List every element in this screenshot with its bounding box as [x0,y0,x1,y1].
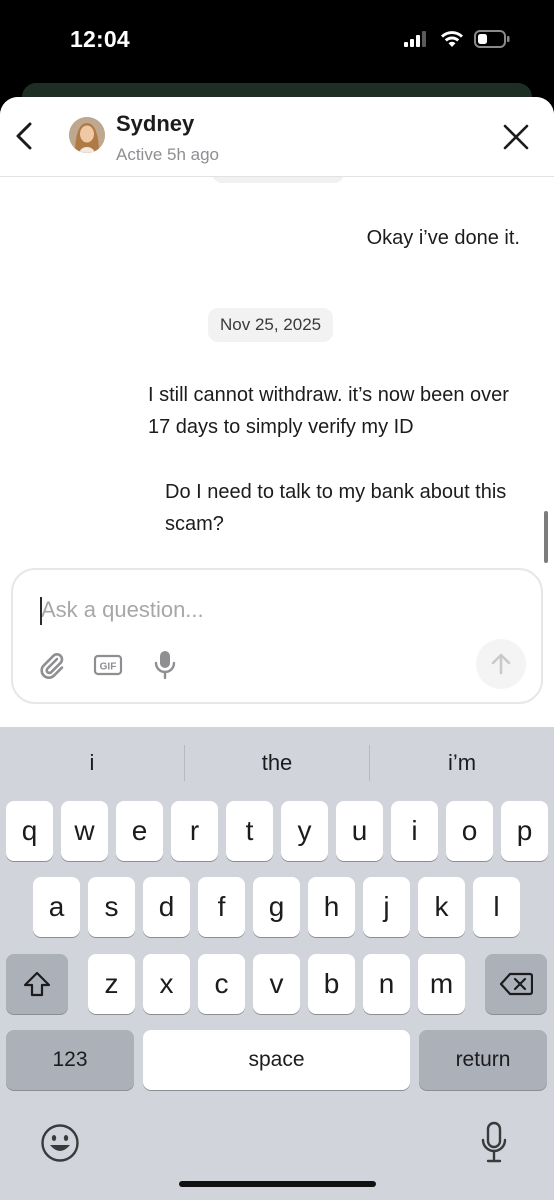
avatar[interactable] [69,117,105,153]
wifi-icon [441,31,463,47]
numbers-key[interactable]: 123 [6,1030,134,1090]
paperclip-icon [40,653,64,679]
space-key[interactable]: space [143,1030,410,1090]
return-key[interactable]: return [419,1030,547,1090]
message: Okay i’ve done it. [366,227,520,249]
key-m[interactable]: m [418,954,465,1014]
svg-text:GIF: GIF [100,662,117,673]
microphone-icon [154,651,176,680]
suggestion-item[interactable]: i [0,745,184,781]
battery-icon [474,30,510,48]
dictation-button[interactable] [480,1121,508,1165]
key-l[interactable]: l [473,877,520,937]
key-y[interactable]: y [281,801,328,861]
message: I still cannot withdraw. it’s now been o… [148,384,509,438]
gif-button[interactable]: GIF [91,648,125,682]
message: Do I need to talk to my bank about this … [165,481,507,535]
home-indicator [179,1181,376,1187]
key-v[interactable]: v [253,954,300,1014]
key-f[interactable]: f [198,877,245,937]
text-cursor [40,597,42,625]
key-b[interactable]: b [308,954,355,1014]
back-button[interactable] [10,119,38,153]
message-input[interactable] [41,592,461,628]
key-o[interactable]: o [446,801,493,861]
composer: GIF [11,568,543,704]
contact-name: Sydney [116,111,195,136]
date-separator: Nov 25, 2025 [208,308,334,342]
cellular-signal-icon [404,31,426,47]
key-w[interactable]: w [61,801,108,861]
shift-icon [23,971,51,997]
keyboard: i the i’m qwertyuiopasdfghjklzxcvbnm 123… [0,727,554,1200]
key-i[interactable]: i [391,801,438,861]
close-icon [503,124,529,150]
chevron-left-icon [16,122,32,150]
key-a[interactable]: a [33,877,80,937]
key-p[interactable]: p [501,801,548,861]
key-r[interactable]: r [171,801,218,861]
key-j[interactable]: j [363,877,410,937]
avatar-image [69,117,105,153]
key-c[interactable]: c [198,954,245,1014]
close-button[interactable] [502,123,530,151]
key-x[interactable]: x [143,954,190,1014]
chat-header: Sydney Active 5h ago [0,97,554,177]
key-e[interactable]: e [116,801,163,861]
suggestion-item[interactable]: i’m [370,745,554,781]
key-t[interactable]: t [226,801,273,861]
attach-button[interactable] [35,648,69,682]
key-u[interactable]: u [336,801,383,861]
send-button[interactable] [476,639,526,689]
key-q[interactable]: q [6,801,53,861]
microphone-button[interactable] [148,648,182,682]
key-h[interactable]: h [308,877,355,937]
key-n[interactable]: n [363,954,410,1014]
gif-icon: GIF [93,654,123,676]
key-z[interactable]: z [88,954,135,1014]
status-bar: 12:04 [0,0,554,90]
arrow-up-icon [491,653,511,675]
emoji-button[interactable] [40,1123,80,1163]
contact-status: Active 5h ago [116,145,220,164]
message-list[interactable]: Okay i’ve done it. Nov 25, 2025 I still … [0,177,554,567]
backspace-icon [499,972,533,996]
date-separator-partial [212,177,344,183]
suggestion-item[interactable]: the [185,745,369,781]
key-g[interactable]: g [253,877,300,937]
backspace-key[interactable] [485,954,547,1014]
dictation-icon [481,1121,507,1163]
shift-key[interactable] [6,954,68,1014]
key-s[interactable]: s [88,877,135,937]
key-k[interactable]: k [418,877,465,937]
key-d[interactable]: d [143,877,190,937]
scrollbar[interactable] [544,511,548,563]
status-icons [404,30,510,48]
emoji-icon [41,1124,79,1162]
status-time: 12:04 [70,26,130,52]
